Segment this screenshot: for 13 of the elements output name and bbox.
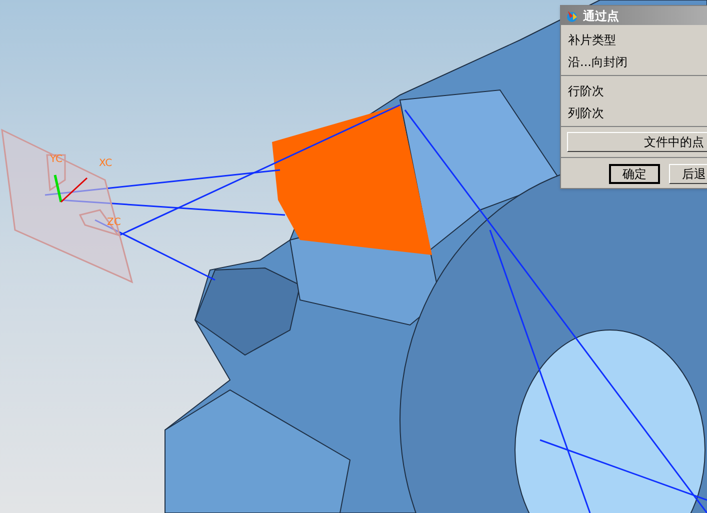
menu-item[interactable]: 沿...向封闭 bbox=[561, 51, 707, 73]
axis-label: YC bbox=[50, 154, 63, 165]
dialog-button[interactable]: 确定 bbox=[609, 164, 660, 184]
dialog-button[interactable]: 后退 bbox=[668, 164, 707, 184]
app-logo-icon bbox=[565, 8, 579, 22]
menu-item[interactable]: 列阶次 bbox=[561, 102, 707, 124]
axis-triad-icon bbox=[54, 174, 88, 203]
axis-label: ZC bbox=[107, 217, 121, 228]
menu-item[interactable]: 行阶次 bbox=[561, 80, 707, 102]
points-from-file-button[interactable]: 文件中的点 bbox=[567, 132, 707, 152]
axis-label: XC bbox=[99, 158, 112, 169]
dialog-title: 通过点 bbox=[583, 8, 619, 24]
menu-item[interactable]: 补片类型 bbox=[561, 29, 707, 51]
